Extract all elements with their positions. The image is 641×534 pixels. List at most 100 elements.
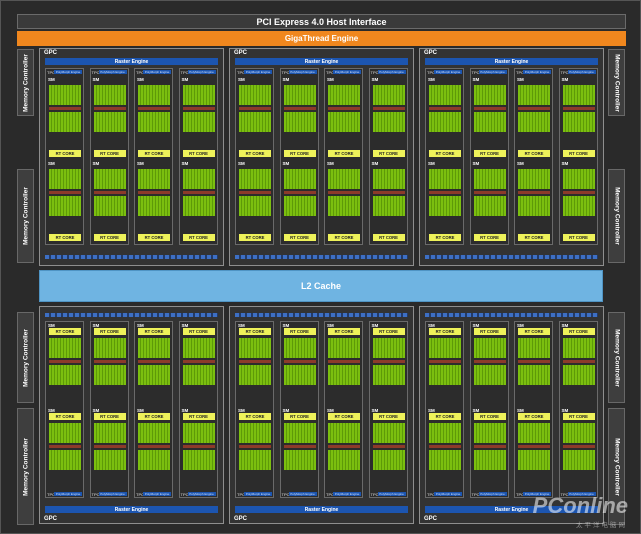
rt-core: RT CORE	[429, 328, 461, 335]
tpc-block: TPC PolyMorph Engine SM RT CORE SM RT CORE	[558, 321, 598, 498]
tensor-core	[429, 445, 461, 448]
tensor-core	[239, 107, 271, 110]
rt-core: RT CORE	[328, 328, 360, 335]
tpc-block: TPC PolyMorph Engine SM RT CORE SM RT CORE	[324, 321, 363, 498]
memory-controller: Memory Controller	[608, 312, 625, 403]
sm-block: SM RT CORE	[92, 77, 127, 160]
rt-core: RT CORE	[49, 234, 81, 241]
tensor-core	[518, 445, 550, 448]
tensor-core	[372, 107, 405, 110]
sm-block: SM RT CORE	[371, 161, 406, 244]
rt-core: RT CORE	[518, 234, 550, 241]
sm-block: SM RT CORE	[472, 323, 507, 406]
cuda-cores	[473, 85, 506, 105]
rt-core: RT CORE	[239, 234, 271, 241]
memory-controller-label: Memory Controller	[613, 437, 620, 496]
gpc-block: GPC Raster Engine TPC PolyMorph Engine SM RT …	[39, 48, 224, 266]
rt-core: RT CORE	[562, 234, 595, 241]
cuda-cores	[562, 196, 595, 216]
tpc-block: TPC PolyMorph Engine SM RT CORE SM RT CORE	[514, 321, 553, 498]
rt-core: RT CORE	[239, 150, 271, 157]
sm-block: SM RT CORE	[136, 77, 171, 160]
gpc-label: GPC	[44, 516, 58, 522]
sm-block: SM RT CORE	[326, 161, 361, 244]
sm-block: SM RT CORE	[516, 408, 551, 491]
memory-controller-label: Memory Controller	[613, 187, 620, 245]
tensor-core	[473, 107, 506, 110]
gpc-label: GPC	[424, 50, 438, 56]
rt-core: RT CORE	[182, 328, 215, 335]
cuda-cores	[182, 169, 215, 189]
sm-block: SM RT CORE	[427, 323, 462, 406]
sm-block: SM RT CORE	[561, 161, 596, 244]
cuda-cores	[429, 196, 461, 216]
tensor-core	[283, 445, 316, 448]
cuda-cores	[473, 169, 506, 189]
cuda-cores	[429, 85, 461, 105]
rt-core: RT CORE	[473, 234, 506, 241]
cuda-cores	[328, 112, 360, 132]
rt-core: RT CORE	[93, 413, 126, 420]
sm-block: SM RT CORE	[237, 323, 272, 406]
cuda-cores	[138, 365, 170, 385]
l2-cache: L2 Cache	[39, 270, 603, 302]
tpc-block: TPC PolyMorph Engine SM RT CORE SM RT CORE	[469, 321, 509, 498]
cuda-cores	[283, 338, 316, 358]
sm-label: SM	[137, 77, 144, 82]
tensor-core	[518, 360, 550, 363]
cuda-cores	[93, 365, 126, 385]
tpc-block: TPC PolyMorph Engine SM RT CORE SM RT CORE	[235, 68, 274, 245]
sm-block: SM RT CORE	[516, 323, 551, 406]
polymorph-engine: PolyMorph Engine	[377, 70, 406, 74]
cuda-cores	[49, 423, 81, 443]
polymorph-engine: PolyMorph Engine	[478, 492, 507, 496]
sm-label: SM	[327, 77, 334, 82]
tensor-core	[283, 191, 316, 194]
cuda-cores	[138, 85, 170, 105]
sm-label: SM	[282, 77, 290, 82]
memory-controller-label: Memory Controller	[613, 328, 620, 387]
rt-core: RT CORE	[328, 150, 360, 157]
sm-block: SM RT CORE	[47, 161, 82, 244]
cuda-cores	[473, 423, 506, 443]
cuda-cores	[138, 169, 170, 189]
cuda-cores	[49, 169, 81, 189]
tensor-core	[328, 191, 360, 194]
tpc-block: TPC PolyMorph Engine SM RT CORE SM RT CORE	[469, 68, 509, 245]
sm-label: SM	[472, 161, 480, 166]
sm-block: SM RT CORE	[472, 408, 507, 491]
rt-core: RT CORE	[372, 234, 405, 241]
polymorph-engine: PolyMorph Engine	[333, 492, 361, 496]
memory-interface	[235, 313, 408, 317]
sm-label: SM	[92, 77, 100, 82]
rt-core: RT CORE	[429, 150, 461, 157]
tensor-core	[473, 445, 506, 448]
tpc-block: TPC PolyMorph Engine SM RT CORE SM RT CORE	[89, 68, 129, 245]
polymorph-engine: PolyMorph Engine	[187, 492, 216, 496]
cuda-cores	[93, 423, 126, 443]
cuda-cores	[182, 85, 215, 105]
cuda-cores	[138, 196, 170, 216]
sm-block: SM RT CORE	[237, 161, 272, 244]
cuda-cores	[93, 112, 126, 132]
rt-core: RT CORE	[138, 150, 170, 157]
cuda-cores	[283, 450, 316, 470]
tensor-core	[93, 360, 126, 363]
cuda-cores	[182, 196, 215, 216]
cuda-cores	[283, 85, 316, 105]
cuda-cores	[473, 112, 506, 132]
rt-core: RT CORE	[372, 328, 405, 335]
cuda-cores	[239, 85, 271, 105]
tensor-core	[49, 191, 81, 194]
cuda-cores	[429, 365, 461, 385]
cuda-cores	[372, 338, 405, 358]
memory-interface	[425, 255, 598, 259]
sm-label: SM	[238, 77, 245, 82]
cuda-cores	[239, 365, 271, 385]
sm-block: SM RT CORE	[427, 77, 462, 160]
tensor-core	[182, 191, 215, 194]
polymorph-engine: PolyMorph Engine	[478, 70, 507, 74]
gpc-block: GPC Raster Engine TPC PolyMorph Engine SM RT …	[229, 306, 414, 524]
tensor-core	[182, 445, 215, 448]
tensor-core	[93, 107, 126, 110]
